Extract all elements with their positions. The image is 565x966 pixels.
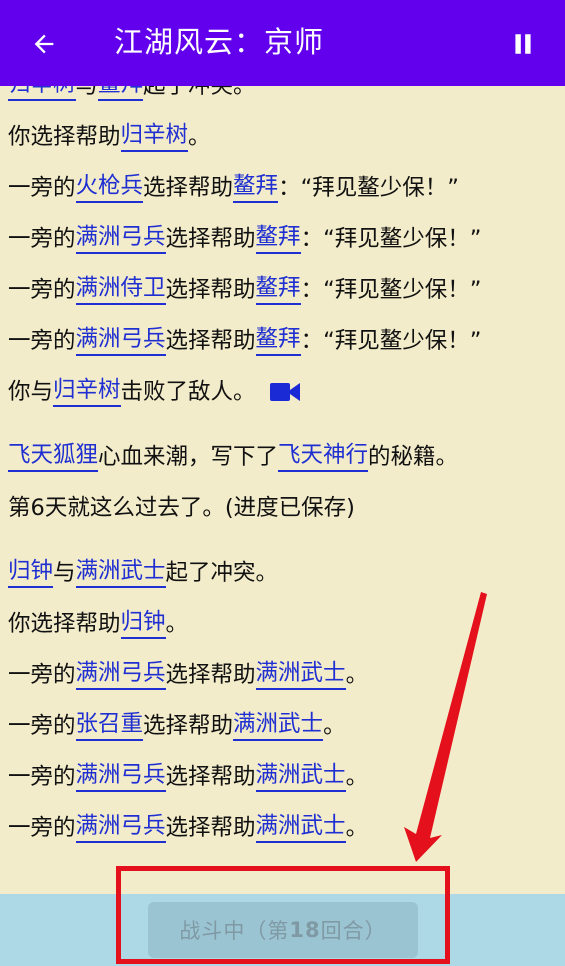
log-text: 选择帮助 — [165, 327, 256, 354]
log-line: 你选择帮助 归钟。 — [8, 598, 557, 649]
log-text: 你选择帮助 — [8, 123, 121, 150]
log-text: 选择帮助 — [165, 225, 256, 252]
log-line: 一旁的 满洲弓兵 选择帮助 满洲武士。 — [8, 751, 557, 802]
character-link[interactable]: 鳌拜 — [233, 172, 279, 203]
log-line: 你与 归辛树 击败了敌人。 — [8, 366, 557, 417]
page-title: 江湖风云：京师 — [114, 25, 325, 59]
character-link[interactable]: 鳌拜 — [255, 325, 301, 356]
log-text: 选择帮助 — [165, 661, 256, 688]
log-text: 一旁的 — [8, 174, 76, 201]
app-bar: 江湖风云：京师 — [0, 0, 565, 86]
log-text: ：“拜见鳌少保！” — [300, 225, 482, 252]
log-line: 归钟与满洲武士 起了冲突。 — [8, 547, 557, 598]
story-log-content: 归辛树与鳌拜起了冲突。你选择帮助归辛树。一旁的火枪兵选择帮助鳌拜：“拜见鳌少保！… — [0, 86, 565, 853]
character-link[interactable]: 满洲弓兵 — [75, 223, 166, 254]
log-text: 。 — [345, 763, 369, 790]
character-link[interactable]: 火枪兵 — [75, 172, 144, 203]
log-line: 一旁的 火枪兵 选择帮助 鳌拜 ：“拜见鳌少保！” — [8, 162, 557, 213]
character-link[interactable]: 满洲武士 — [255, 659, 346, 690]
character-link[interactable]: 满洲武士 — [233, 710, 324, 741]
battle-round-number: 18 — [289, 918, 321, 942]
character-link[interactable]: 满洲弓兵 — [75, 812, 166, 843]
character-link[interactable]: 鳌拜 — [255, 223, 301, 254]
log-line: 一旁的 满洲侍卫 选择帮助 鳌拜 ：“拜见鳌少保！” — [8, 264, 557, 315]
log-text: 选择帮助 — [165, 763, 256, 790]
character-link[interactable]: 满洲弓兵 — [75, 761, 166, 792]
log-line: 一旁的 满洲弓兵 选择帮助 满洲武士。 — [8, 802, 557, 853]
log-text: ：“拜见鳌少保！” — [300, 327, 482, 354]
arrow-left-icon — [34, 34, 54, 54]
log-text: 选择帮助 — [165, 814, 256, 841]
log-text: 击败了敌人。 — [120, 378, 256, 405]
character-link[interactable]: 满洲武士 — [255, 761, 346, 792]
log-line: 归辛树与鳌拜起了冲突。 — [8, 86, 557, 111]
log-line: 飞天狐狸 心血来潮，写下了 飞天神行 的秘籍。 — [8, 431, 557, 482]
log-text: ：“拜见鳌少保！” — [300, 276, 482, 303]
log-text: 。 — [345, 661, 369, 688]
video-camera-icon[interactable] — [269, 381, 300, 403]
log-text: 。 — [345, 814, 369, 841]
character-link[interactable]: 归辛树 — [53, 376, 121, 407]
log-text: 一旁的 — [8, 327, 76, 354]
log-text: 一旁的 — [8, 814, 76, 841]
log-text: 。 — [188, 123, 211, 150]
log-line: 第6天就这么过去了。(进度已保存) — [8, 482, 557, 533]
log-text: 选择帮助 — [143, 712, 234, 739]
character-link[interactable]: 归钟 — [8, 557, 54, 588]
log-text: 与 — [76, 86, 99, 101]
log-text: 心血来潮，写下了 — [98, 443, 279, 470]
log-text: 选择帮助 — [143, 174, 234, 201]
character-link[interactable]: 归辛树 — [8, 86, 76, 101]
log-text: 一旁的 — [8, 225, 76, 252]
log-line: 一旁的 张召重 选择帮助 满洲武士。 — [8, 700, 557, 751]
character-link[interactable]: 飞天神行 — [278, 441, 369, 472]
back-button[interactable] — [22, 22, 66, 66]
log-text: 一旁的 — [8, 712, 76, 739]
character-link[interactable]: 归钟 — [120, 608, 166, 639]
log-text: 你与 — [8, 378, 54, 405]
log-text: 你选择帮助 — [8, 610, 121, 637]
log-text: 起了冲突。 — [165, 559, 279, 586]
character-link[interactable]: 鳌拜 — [98, 86, 144, 101]
log-text: 选择帮助 — [165, 276, 256, 303]
character-link[interactable]: 满洲侍卫 — [75, 274, 166, 305]
log-text: 一旁的 — [8, 276, 76, 303]
battle-label-prefix: 战斗中（第 — [179, 919, 290, 943]
log-line: 一旁的 满洲弓兵 选择帮助 鳌拜 ：“拜见鳌少保！” — [8, 213, 557, 264]
bottom-bar: 战斗中（第 18 回合） — [0, 894, 565, 966]
log-text: 。 — [323, 712, 346, 739]
log-text: 一旁的 — [8, 763, 76, 790]
battle-label-suffix: 回合） — [320, 919, 387, 943]
log-line: 一旁的 满洲弓兵 选择帮助 满洲武士。 — [8, 649, 557, 700]
log-text: ：“拜见鳌少保！” — [278, 174, 459, 201]
character-link[interactable]: 飞天狐狸 — [8, 441, 99, 472]
log-text: 一旁的 — [8, 661, 76, 688]
log-text: 起了冲突。 — [143, 86, 256, 101]
pause-button[interactable] — [501, 22, 545, 66]
character-link[interactable]: 满洲武士 — [75, 557, 166, 588]
log-text: 。 — [165, 610, 189, 637]
character-link[interactable]: 归辛树 — [120, 121, 189, 152]
pause-icon — [515, 34, 531, 54]
character-link[interactable]: 满洲弓兵 — [75, 325, 166, 356]
log-text: 第6天就这么过去了。(进度已保存) — [8, 494, 355, 521]
log-line: 你选择帮助 归辛树。 — [8, 111, 557, 162]
story-log[interactable]: 归辛树与鳌拜起了冲突。你选择帮助归辛树。一旁的火枪兵选择帮助鳌拜：“拜见鳌少保！… — [0, 86, 565, 894]
log-line: 一旁的 满洲弓兵 选择帮助 鳌拜 ：“拜见鳌少保！” — [8, 315, 557, 366]
character-link[interactable]: 鳌拜 — [255, 274, 301, 305]
battle-status-button[interactable]: 战斗中（第 18 回合） — [148, 902, 418, 958]
log-text: 的秘籍。 — [368, 443, 459, 470]
character-link[interactable]: 满洲武士 — [255, 812, 346, 843]
character-link[interactable]: 满洲弓兵 — [75, 659, 166, 690]
character-link[interactable]: 张召重 — [75, 710, 144, 741]
log-text: 与 — [53, 559, 76, 586]
